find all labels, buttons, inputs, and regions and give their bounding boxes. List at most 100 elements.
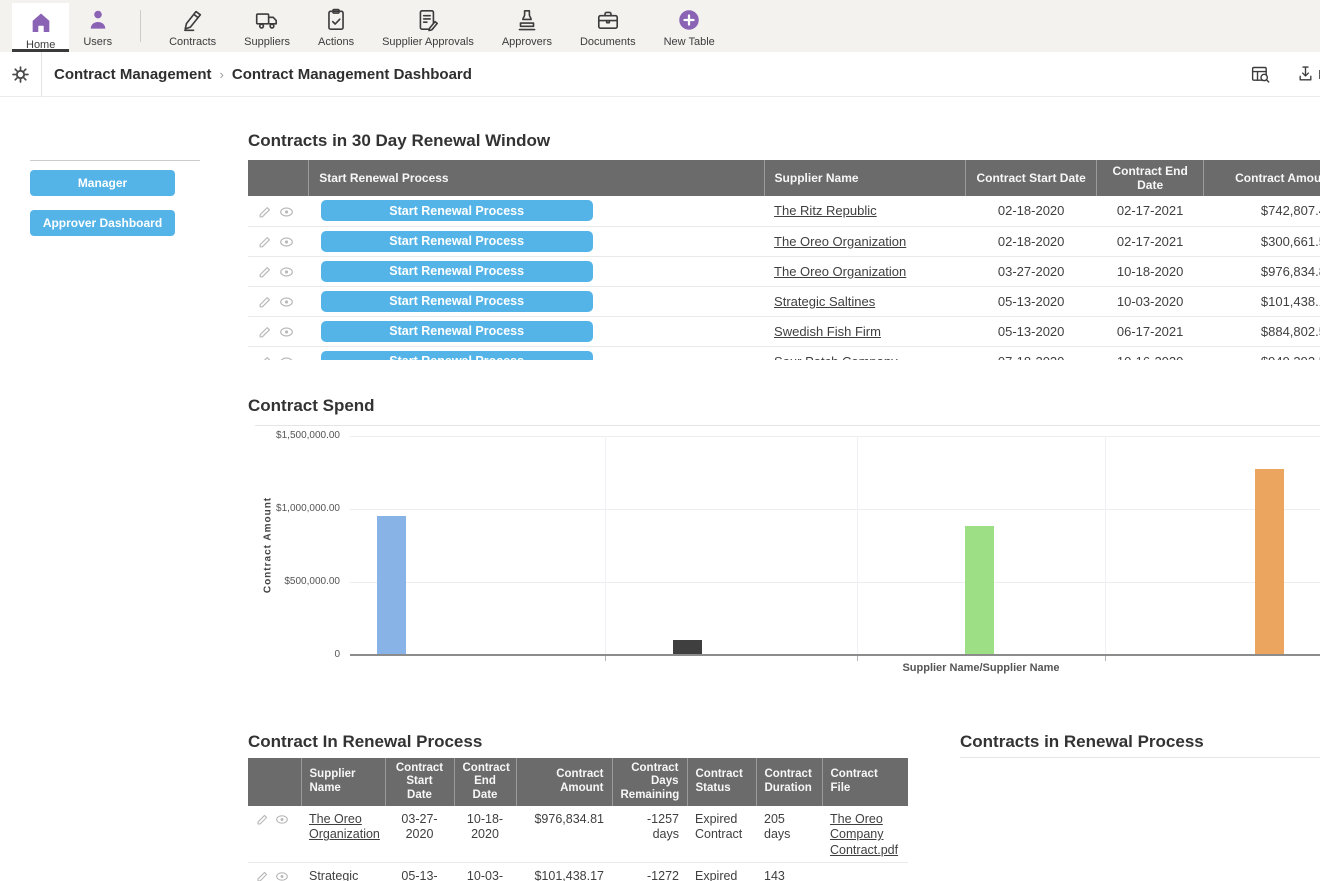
edit-pencil-icon[interactable] — [258, 263, 275, 278]
contract-end-date: 10-16-2020 — [1097, 346, 1204, 360]
column-header-icons — [248, 758, 301, 806]
nav-item-label: Actions — [318, 36, 354, 48]
contract-amount: $949,392.50 — [1204, 346, 1320, 360]
supplier-link[interactable]: The Oreo Organization — [774, 264, 906, 279]
contract-start-date: 03-27-2020 — [966, 256, 1097, 286]
view-eye-icon[interactable] — [275, 812, 292, 826]
start-renewal-button[interactable]: Start Renewal Process — [321, 261, 593, 282]
contract-days-remaining: -1272 days — [612, 862, 687, 881]
edit-pencil-icon[interactable] — [258, 233, 275, 248]
supplier-link[interactable]: The Ritz Republic — [774, 203, 877, 218]
contract-status: Expired Contract — [687, 806, 756, 862]
breadcrumb-section[interactable]: Contract Management — [54, 66, 212, 83]
chart-gridline — [350, 509, 1320, 510]
start-renewal-button[interactable]: Start Renewal Process — [321, 321, 593, 342]
nav-item-contracts[interactable]: Contracts — [155, 0, 230, 52]
sidebar-divider — [30, 160, 200, 161]
nav-item-documents[interactable]: Documents — [566, 0, 650, 52]
contract-file-link[interactable]: The Oreo Company Contract.pdf — [830, 812, 898, 857]
edit-pencil-icon[interactable] — [258, 323, 275, 338]
view-eye-icon[interactable] — [279, 323, 297, 338]
approver-dashboard-button[interactable]: Approver Dashboard — [30, 210, 175, 236]
view-eye-icon[interactable] — [279, 233, 297, 248]
column-header-start: Contract Start Date — [385, 758, 454, 806]
nav-item-label: Suppliers — [244, 36, 290, 48]
view-eye-icon[interactable] — [279, 263, 297, 278]
table-row: Start Renewal Process Sour Patch Company… — [248, 346, 1320, 360]
column-header-end: Contract End Date — [1097, 160, 1204, 196]
supplier-link[interactable]: Strategic Saltines — [774, 294, 875, 309]
breadcrumb-page[interactable]: Contract Management Dashboard — [232, 66, 472, 83]
top-nav: Home Users Contracts Suppliers Actions — [0, 0, 1320, 52]
chart-vertical-gridline — [857, 436, 858, 655]
edit-pencil-icon[interactable] — [258, 353, 275, 360]
contract-amount: $101,438.17 — [1204, 286, 1320, 316]
nav-item-label: Home — [26, 39, 55, 51]
view-eye-icon[interactable] — [279, 293, 297, 308]
column-header-file: Contract File — [822, 758, 908, 806]
column-header-start: Contract Start Date — [966, 160, 1097, 196]
contract-duration: 205 days — [756, 806, 822, 862]
chart-bar — [1255, 469, 1284, 656]
nav-item-label: New Table — [664, 36, 715, 48]
edit-pencil-icon[interactable] — [256, 869, 272, 881]
chart-bar — [377, 516, 406, 655]
nav-item-actions[interactable]: Actions — [304, 0, 368, 52]
renewal-window-title: Contracts in 30 Day Renewal Window — [248, 131, 550, 151]
chart-y-tick-labels: $1,500,000.00$1,000,000.00$500,000.000 — [225, 436, 340, 655]
contract-status: Expired Contract — [687, 862, 756, 881]
contract-amount: $300,661.55 — [1204, 226, 1320, 256]
import-button[interactable]: Imp — [1297, 65, 1320, 84]
settings-gear-icon[interactable] — [0, 65, 41, 84]
nav-item-users[interactable]: Users — [69, 0, 126, 52]
document-pen-icon — [415, 7, 441, 33]
contract-end-date: 10-18-2020 — [454, 806, 516, 862]
column-header-duration: Contract Duration — [756, 758, 822, 806]
chart-y-tick-label: $1,000,000.00 — [225, 503, 340, 514]
contract-start-date: 07-18-2020 — [966, 346, 1097, 360]
view-eye-icon[interactable] — [279, 353, 297, 360]
contract-amount: $884,802.55 — [1204, 316, 1320, 346]
table-row: Start Renewal Process The Oreo Organizat… — [248, 226, 1320, 256]
chart-x-axis-title: Supplier Name/Supplier Name — [902, 662, 1059, 674]
edit-pencil-icon[interactable] — [258, 293, 275, 308]
start-renewal-button[interactable]: Start Renewal Process — [321, 291, 593, 312]
contract-end-date: 10-03-2020 — [1097, 286, 1204, 316]
contract-duration: 143 days — [756, 862, 822, 881]
nav-item-suppliers[interactable]: Suppliers — [230, 0, 304, 52]
truck-icon — [254, 7, 280, 33]
chart-y-tick-label: $1,500,000.00 — [225, 430, 340, 441]
contract-amount: $976,834.81 — [516, 806, 612, 862]
contract-start-date: 02-18-2020 — [966, 226, 1097, 256]
nav-item-new-table[interactable]: New Table — [650, 0, 729, 52]
supplier-link[interactable]: Swedish Fish Firm — [774, 324, 881, 339]
breadcrumb: Contract Management › Contract Managemen… — [54, 66, 472, 83]
nav-item-label: Contracts — [169, 36, 216, 48]
table-search-button[interactable] — [1250, 64, 1271, 85]
edit-pencil-icon[interactable] — [256, 812, 272, 826]
supplier-link[interactable]: The Oreo Organization — [309, 812, 380, 841]
nav-divider — [140, 10, 141, 42]
table-row: Start Renewal Process The Ritz Republic … — [248, 196, 1320, 226]
nav-item-label: Supplier Approvals — [382, 36, 474, 48]
edit-pencil-icon[interactable] — [258, 203, 275, 218]
column-header-supplier: Supplier Name — [764, 160, 966, 196]
supplier-link[interactable]: Sour Patch Company — [774, 354, 898, 361]
chart-x-axis-line — [350, 654, 1320, 656]
view-eye-icon[interactable] — [279, 203, 297, 218]
start-renewal-button[interactable]: Start Renewal Process — [321, 231, 593, 252]
view-eye-icon[interactable] — [275, 869, 292, 881]
manager-button[interactable]: Manager — [30, 170, 175, 196]
supplier-link[interactable]: Strategic Saltines — [309, 869, 358, 881]
contract-amount: $976,834.81 — [1204, 256, 1320, 286]
start-renewal-button[interactable]: Start Renewal Process — [321, 200, 593, 221]
column-header-amount: Contract Amount — [516, 758, 612, 806]
contract-start-date: 05-13-2020 — [966, 286, 1097, 316]
nav-item-supplier-approvals[interactable]: Supplier Approvals — [368, 0, 488, 52]
chart-y-tick-label: 0 — [225, 649, 340, 660]
supplier-link[interactable]: The Oreo Organization — [774, 234, 906, 249]
nav-item-home[interactable]: Home — [12, 3, 69, 52]
nav-item-approvers[interactable]: Approvers — [488, 0, 566, 52]
start-renewal-button[interactable]: Start Renewal Process — [321, 351, 593, 361]
contract-spend-title: Contract Spend — [248, 396, 375, 416]
